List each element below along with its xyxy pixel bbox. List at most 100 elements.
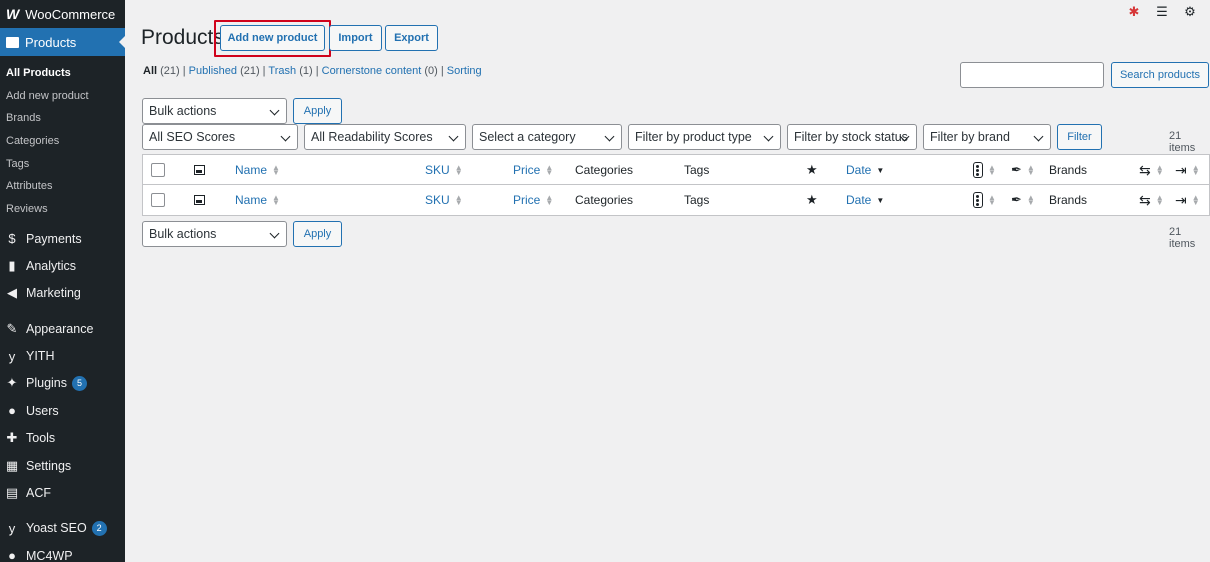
- update-count-badge: 5: [72, 375, 87, 391]
- column-name[interactable]: Name ▲ ▼: [235, 155, 280, 185]
- sidebar-item-label: Products: [25, 34, 77, 50]
- column-date[interactable]: Date ▼: [846, 185, 884, 215]
- sidebar-item-payments[interactable]: $ Payments: [0, 225, 125, 252]
- category-value: Select a category: [479, 130, 576, 144]
- category-filter[interactable]: Select a category: [472, 124, 622, 150]
- bulk-actions-value: Bulk actions: [149, 227, 217, 241]
- column-outgoing-links[interactable]: ⇆ ▲ ▼: [1139, 155, 1164, 185]
- column-name-label: Name: [235, 163, 268, 177]
- status-trash[interactable]: Trash: [268, 65, 296, 77]
- sidebar-item-analytics[interactable]: ▮ Analytics: [0, 252, 125, 279]
- submenu-item[interactable]: Attributes: [0, 175, 125, 198]
- sidebar-item-label: ACF: [26, 486, 51, 501]
- submenu-item[interactable]: Tags: [0, 153, 125, 176]
- star-icon: ★: [806, 192, 818, 207]
- column-incoming-links[interactable]: ⇥ ▲ ▼: [1175, 185, 1200, 215]
- gear-icon[interactable]: ⚙: [1184, 4, 1196, 20]
- column-seo-score[interactable]: ▲ ▼: [973, 155, 996, 185]
- table-header-row: Name ▲ ▼ SKU ▲ ▼ Price ▲ ▼ Categories Tags ★ Date ▼ ▲ ▼…: [143, 155, 1209, 185]
- column-sku[interactable]: SKU ▲ ▼: [425, 185, 463, 215]
- status-published[interactable]: Published: [189, 65, 237, 77]
- sidebar-brand-label: WooCommerce: [25, 6, 116, 22]
- status-all[interactable]: All: [143, 65, 157, 77]
- sidebar-item-settings[interactable]: ▦ Settings: [0, 452, 125, 479]
- bulk-actions-select-bottom[interactable]: Bulk actions: [142, 221, 287, 247]
- stock-status-filter[interactable]: Filter by stock status: [787, 124, 917, 150]
- select-all-checkbox[interactable]: [151, 155, 165, 185]
- column-thumbnail: [194, 155, 205, 185]
- column-price[interactable]: Price ▲ ▼: [513, 155, 553, 185]
- column-categories-label: Categories: [575, 193, 634, 207]
- sidebar-item-label: Yoast SEO: [26, 521, 87, 536]
- column-price[interactable]: Price ▲ ▼: [513, 185, 553, 215]
- seo-score-icon: [973, 192, 983, 208]
- column-featured[interactable]: ★: [806, 185, 818, 215]
- apply-button-bottom[interactable]: Apply: [293, 221, 342, 247]
- sidebar-item-tools[interactable]: ✚ Tools: [0, 425, 125, 452]
- column-readability[interactable]: ✒ ▲ ▼: [1011, 155, 1035, 185]
- status-cornerstone[interactable]: Cornerstone content: [322, 65, 422, 77]
- sidebar-woocommerce[interactable]: W WooCommerce: [0, 0, 125, 28]
- sidebar-item-plugins[interactable]: ✦ Plugins 5: [0, 370, 125, 397]
- yith-icon: y: [8, 348, 16, 364]
- sidebar-item-yoast-seo[interactable]: y Yoast SEO 2: [0, 515, 125, 542]
- sort-icon: ▲ ▼: [1026, 193, 1035, 207]
- tools-icon: ✚: [6, 430, 18, 446]
- seo-score-filter[interactable]: All SEO Scores: [142, 124, 298, 150]
- column-date[interactable]: Date ▼: [846, 155, 884, 185]
- sidebar-item-mc4wp[interactable]: ● MC4WP: [0, 542, 125, 562]
- menu-icon[interactable]: ☰: [1156, 4, 1168, 20]
- yoast-icon: y: [8, 520, 16, 536]
- column-readability[interactable]: ✒ ▲ ▼: [1011, 185, 1035, 215]
- sidebar-item-label: YITH: [26, 349, 55, 364]
- sidebar-item-products[interactable]: Products: [0, 28, 125, 56]
- submenu-item[interactable]: Reviews: [0, 198, 125, 221]
- notification-icon[interactable]: ✱: [1128, 4, 1140, 20]
- sidebar-item-acf[interactable]: ▤ ACF: [0, 479, 125, 506]
- sort-icon: ▲ ▼: [1155, 193, 1164, 207]
- status-all-count: (21): [160, 65, 180, 77]
- apply-button[interactable]: Apply: [293, 98, 342, 124]
- submenu-item[interactable]: Brands: [0, 107, 125, 130]
- add-new-product-button[interactable]: Add new product: [220, 25, 325, 51]
- sidebar-item-users[interactable]: ● Users: [0, 397, 125, 424]
- sidebar-item-marketing[interactable]: ◀ Marketing: [0, 280, 125, 307]
- submenu-item[interactable]: Categories: [0, 130, 125, 153]
- column-outgoing-links[interactable]: ⇆ ▲ ▼: [1139, 185, 1164, 215]
- search-input[interactable]: [960, 62, 1104, 88]
- column-seo-score[interactable]: ▲ ▼: [973, 185, 996, 215]
- incoming-links-icon: ⇥: [1175, 161, 1187, 178]
- sort-icon: ▲ ▼: [454, 193, 463, 207]
- export-button[interactable]: Export: [385, 25, 438, 51]
- sidebar-item-yith[interactable]: y YITH: [0, 342, 125, 369]
- checkbox[interactable]: [151, 193, 165, 207]
- table-footer-row: Name ▲ ▼ SKU ▲ ▼ Price ▲ ▼ Categories Tags ★ Date ▼ ▲ ▼…: [143, 185, 1209, 215]
- submenu-item[interactable]: Add new product: [0, 85, 125, 108]
- column-categories: Categories: [575, 155, 633, 185]
- outgoing-links-icon: ⇆: [1139, 161, 1151, 178]
- column-name[interactable]: Name ▲ ▼: [235, 185, 280, 215]
- star-icon: ★: [806, 162, 818, 177]
- checkbox[interactable]: [151, 163, 165, 177]
- chevron-down-icon: [269, 228, 280, 239]
- product-type-filter[interactable]: Filter by product type: [628, 124, 781, 150]
- products-icon: [6, 36, 19, 48]
- brand-filter[interactable]: Filter by brand: [923, 124, 1051, 150]
- submenu-item[interactable]: All Products: [0, 62, 125, 85]
- status-sorting[interactable]: Sorting: [447, 65, 482, 77]
- column-tags-label: Tags: [684, 163, 710, 177]
- search-products-button[interactable]: Search products: [1111, 62, 1209, 88]
- column-featured[interactable]: ★: [806, 155, 818, 185]
- sidebar-item-label: Tools: [26, 431, 56, 446]
- bulk-actions-select[interactable]: Bulk actions: [142, 98, 287, 124]
- sort-icon: ▲ ▼: [1191, 163, 1200, 177]
- import-button[interactable]: Import: [329, 25, 382, 51]
- column-sku[interactable]: SKU ▲ ▼: [425, 155, 463, 185]
- filter-button[interactable]: Filter: [1057, 124, 1102, 150]
- column-incoming-links[interactable]: ⇥ ▲ ▼: [1175, 155, 1200, 185]
- sidebar-item-appearance[interactable]: ✎ Appearance: [0, 315, 125, 342]
- column-date-label: Date: [846, 193, 872, 207]
- select-all-checkbox[interactable]: [151, 185, 165, 215]
- readability-filter[interactable]: All Readability Scores: [304, 124, 466, 150]
- column-tags: Tags: [684, 185, 709, 215]
